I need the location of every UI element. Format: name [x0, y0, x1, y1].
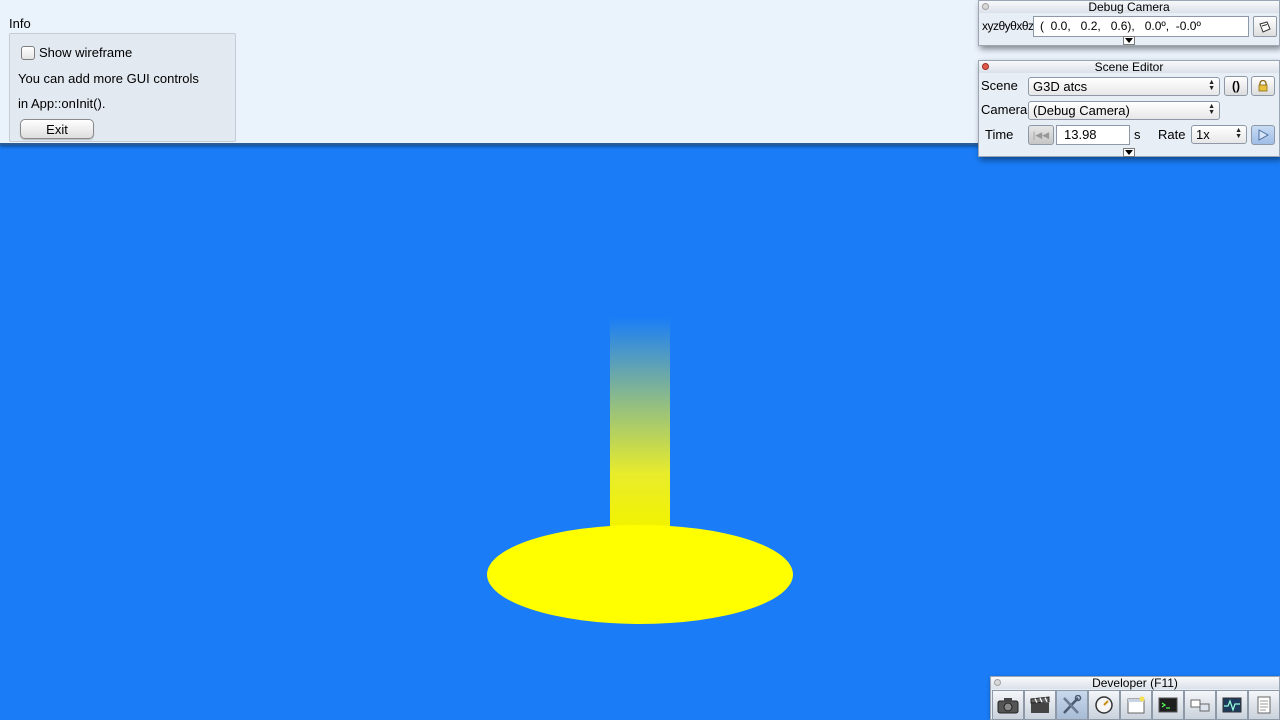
notes-icon [1257, 696, 1271, 714]
wireframe-checkbox[interactable] [21, 46, 35, 60]
play-icon [1258, 129, 1269, 141]
camera-coord-field[interactable]: ( 0.0, 0.2, 0.6), 0.0º, -0.0º [1033, 16, 1249, 37]
lock-button[interactable] [1251, 76, 1275, 96]
3d-viewport[interactable] [0, 147, 1280, 720]
profiler-icon [1222, 697, 1242, 713]
info-panel: Show wireframe You can add more GUI cont… [9, 33, 236, 142]
chevron-down-icon[interactable] [1123, 148, 1135, 157]
camera-control-button[interactable] [1088, 690, 1120, 720]
gauge-icon [1095, 696, 1113, 714]
copy-camera-button[interactable] [1253, 16, 1277, 37]
close-icon[interactable] [982, 3, 989, 10]
play-button[interactable] [1251, 125, 1275, 145]
console-button[interactable] [1152, 690, 1184, 720]
close-icon[interactable] [994, 679, 1001, 686]
lock-icon [1258, 80, 1268, 92]
camera-dropdown-value: (Debug Camera) [1033, 103, 1130, 118]
rewind-button[interactable]: |◀◀ [1028, 125, 1054, 145]
dropdown-arrows-icon: ▲ ▼ [1208, 103, 1215, 116]
yellow-disk [487, 525, 793, 624]
scene-label: Scene [981, 78, 1018, 93]
exit-button[interactable]: Exit [20, 119, 94, 139]
time-label: Time [985, 127, 1014, 142]
log-button[interactable] [1248, 690, 1280, 720]
developer-toolbar [992, 690, 1280, 720]
debug-camera-window: Debug Camera xyzθyθxθz ( 0.0, 0.2, 0.6),… [978, 0, 1280, 46]
windows-icon [1190, 699, 1210, 712]
gui-window-button[interactable] [1120, 690, 1152, 720]
scene-editor-title[interactable]: Scene Editor [979, 61, 1279, 73]
rate-dropdown[interactable]: 1x ▲ ▼ [1191, 125, 1247, 144]
camera-label: Camera [981, 102, 1028, 117]
clipboard-icon [1259, 20, 1271, 33]
camera-icon [997, 698, 1019, 714]
scene-editor-window: Scene Editor Scene G3D atcs ▲ ▼ () Camera… [978, 60, 1280, 157]
clapperboard-icon [1030, 696, 1050, 713]
rewind-icon: |◀◀ [1032, 129, 1050, 140]
scene-editor-toggle-button[interactable] [1056, 690, 1088, 720]
tools-icon [1063, 695, 1082, 714]
developer-title[interactable]: Developer (F11) [991, 677, 1279, 689]
terminal-icon [1158, 697, 1178, 713]
rate-dropdown-value: 1x [1196, 127, 1210, 142]
screenshot-button[interactable] [992, 690, 1024, 720]
info-text-line-1: You can add more GUI controls [18, 71, 199, 86]
debug-camera-title[interactable]: Debug Camera [979, 1, 1279, 13]
new-window-icon [1127, 696, 1145, 714]
wireframe-label[interactable]: Show wireframe [39, 45, 132, 60]
scene-dropdown[interactable]: G3D atcs ▲ ▼ [1028, 77, 1220, 96]
dropdown-arrows-icon: ▲ ▼ [1235, 127, 1242, 140]
close-icon[interactable] [982, 63, 989, 70]
chevron-down-icon[interactable] [1123, 36, 1135, 45]
time-unit-label: s [1134, 127, 1141, 142]
camera-dropdown[interactable]: (Debug Camera) ▲ ▼ [1028, 101, 1220, 120]
info-text-line-2: in App::onInit(). [18, 96, 106, 111]
scene-graph-button[interactable] [1184, 690, 1216, 720]
light-beam [610, 317, 670, 527]
video-button[interactable] [1024, 690, 1056, 720]
profiler-button[interactable] [1216, 690, 1248, 720]
reload-scene-button[interactable]: () [1224, 76, 1248, 96]
camera-coord-label: xyzθyθxθz [982, 19, 1034, 33]
reload-icon: () [1232, 79, 1240, 93]
dropdown-arrows-icon: ▲ ▼ [1208, 79, 1215, 92]
rate-label: Rate [1158, 127, 1186, 142]
developer-window: Developer (F11) [990, 676, 1280, 720]
scene-dropdown-value: G3D atcs [1033, 79, 1088, 94]
time-field[interactable]: 13.98 [1056, 125, 1130, 145]
info-panel-title: Info [9, 16, 31, 31]
